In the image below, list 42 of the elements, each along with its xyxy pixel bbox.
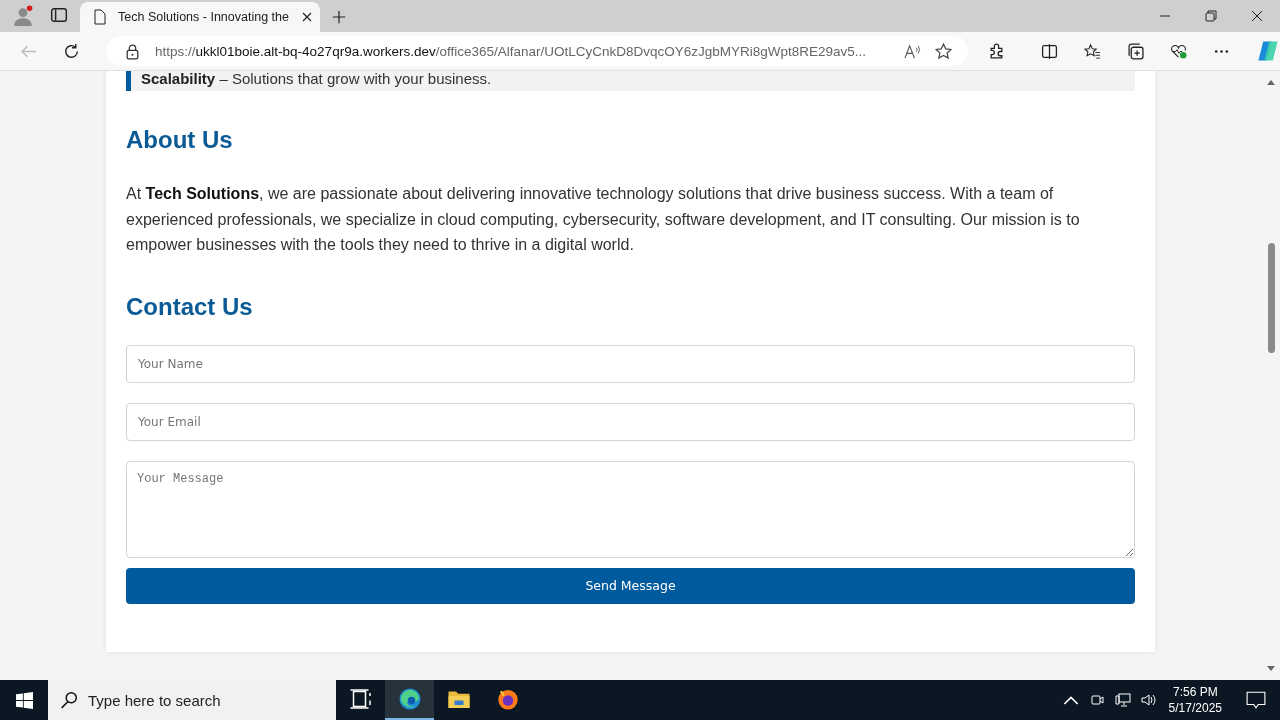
input-field[interactable]: Your Name — [126, 344, 1135, 383]
close-tab-icon[interactable] — [302, 12, 312, 22]
edge-icon — [397, 687, 422, 711]
tab-actions-icon[interactable] — [50, 6, 68, 24]
collections-icon[interactable] — [1127, 42, 1144, 60]
section-heading: Contact Us — [126, 291, 254, 322]
close-icon[interactable] — [1251, 10, 1263, 22]
camera-icon[interactable] — [1088, 692, 1105, 708]
health-icon[interactable] — [1170, 42, 1187, 60]
taskbar-app[interactable] — [385, 680, 434, 720]
about-paragraph: At Tech Solutions, we are passionate about delivering innovative technology solutions that drive business success. With a team of experienced professionals, we specialize in cloud computing, cybersecurity, software development, and IT consulting. Our mission is to empower businesses with the tools they need to thrive in a digital world. — [126, 184, 1081, 255]
send-button[interactable]: Send Message — [126, 567, 1135, 604]
network-icon[interactable] — [1114, 692, 1131, 708]
lock-icon — [124, 42, 141, 60]
page-icon — [92, 9, 108, 25]
scrollbar-thumb[interactable] — [1267, 243, 1275, 353]
scroll-down-icon[interactable] — [1267, 666, 1275, 672]
split-screen-icon[interactable] — [1041, 42, 1058, 60]
profile-icon[interactable] — [12, 5, 34, 27]
task-view-icon — [348, 687, 373, 711]
volume-icon[interactable] — [1140, 692, 1157, 708]
browser-tab[interactable]: Tech Solutions - Innovating the — [80, 2, 320, 32]
search-icon — [60, 691, 78, 709]
restore-icon[interactable] — [1205, 10, 1217, 22]
clock[interactable]: 7:56 PM 5/17/2025 — [1168, 684, 1222, 716]
start-icon[interactable] — [16, 691, 33, 709]
new-tab-icon[interactable] — [332, 10, 346, 24]
extensions-icon[interactable] — [988, 42, 1005, 60]
copilot-icon[interactable] — [1256, 39, 1280, 63]
address-bar[interactable]: https://ukkl01boie.alt-bq-4o27qr9a.workers.dev/office365/Alfanar/UOtLCyCnkD8DvqcOY6zJgbMYRi8gWpt8RE29av5... — [106, 36, 968, 66]
taskbar-search-field[interactable]: Type here to search — [48, 680, 336, 720]
input-field[interactable]: Your Email — [126, 402, 1135, 441]
section-heading: About Us — [126, 125, 234, 155]
message-field[interactable]: Your Message — [126, 460, 1135, 558]
star-icon[interactable] — [935, 42, 952, 60]
favorites-icon[interactable] — [1084, 42, 1101, 60]
read-aloud-icon[interactable] — [904, 42, 921, 60]
feature-item: Scalability – Solutions that grow with your business. — [126, 71, 1135, 91]
notifications-icon[interactable] — [1246, 690, 1266, 710]
firefox-icon — [495, 687, 520, 711]
scroll-up-icon[interactable] — [1267, 79, 1275, 85]
refresh-icon[interactable] — [63, 42, 80, 60]
